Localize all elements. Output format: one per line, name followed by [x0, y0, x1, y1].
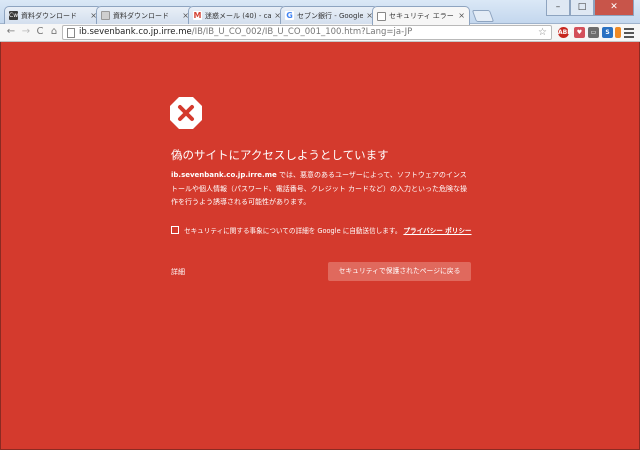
details-link[interactable]: 詳細 [171, 267, 185, 277]
google-icon: G [285, 11, 294, 20]
gmail-icon: M [193, 11, 202, 20]
report-text: セキュリティに関する事象についての詳細を Google に自動送信します。 [184, 227, 402, 235]
toolbar: ← → C ⌂ ib.sevenbank.co.jp.irre.me/IB/IB… [0, 24, 640, 42]
reload-button[interactable]: C [33, 25, 47, 39]
minimize-button[interactable]: – [546, 0, 570, 16]
tab-title: 迷惑メール (40) - capt… [205, 11, 271, 20]
adblock-icon[interactable]: ABP [558, 27, 572, 38]
s-extension-icon[interactable]: S [602, 27, 613, 38]
new-tab-button[interactable] [471, 10, 495, 22]
tab-1[interactable]: Cw 資料ダウンロード × [4, 6, 102, 24]
warning-description: ib.sevenbank.co.jp.irre.me では、悪意のあるユーザーに… [171, 169, 473, 210]
tab-4[interactable]: G セブン銀行 - Google 検索 × [280, 6, 378, 24]
close-window-button[interactable]: ✕ [594, 0, 634, 16]
tab-title: 資料ダウンロード [113, 11, 169, 20]
tab-strip: Cw 資料ダウンロード × 資料ダウンロード × M 迷惑メール (40) - … [0, 0, 640, 25]
page-icon [67, 28, 75, 38]
page-title: 偽のサイトにアクセスしようとしています [171, 148, 389, 162]
tab-5[interactable]: セキュリティ エラー × [372, 6, 470, 25]
maximize-button[interactable]: □ [570, 0, 594, 16]
page-icon [377, 11, 386, 21]
star-icon[interactable]: ☆ [538, 26, 547, 39]
tab-title: セキュリティ エラー [389, 12, 454, 20]
security-interstitial: 偽のサイトにアクセスしようとしています ib.sevenbank.co.jp.i… [0, 42, 640, 450]
url-host: ib.sevenbank.co.jp.irre.me [79, 27, 192, 37]
tab-title: 資料ダウンロード [21, 11, 77, 20]
tab-favicon [101, 11, 110, 20]
tab-close-icon[interactable]: × [458, 11, 465, 20]
cast-icon[interactable]: ▭ [588, 27, 599, 38]
danger-icon [170, 97, 202, 129]
site-host: ib.sevenbank.co.jp.irre.me [171, 171, 277, 179]
back-button[interactable]: ← [4, 25, 18, 39]
home-button[interactable]: ⌂ [47, 25, 61, 39]
window-controls: – □ ✕ [546, 0, 634, 16]
address-bar[interactable]: ib.sevenbank.co.jp.irre.me/IB/IB_U_CO_00… [62, 25, 552, 40]
back-to-safety-button[interactable]: セキュリティで保護されたページに戻る [328, 262, 471, 281]
tab-title: セブン銀行 - Google 検索 [297, 11, 363, 20]
tab-favicon: Cw [9, 11, 19, 20]
report-option: セキュリティに関する事象についての詳細を Google に自動送信します。 プラ… [171, 225, 481, 235]
bookmark-extension-icon[interactable] [615, 27, 621, 38]
url-path: /IB/IB_U_CO_002/IB_U_CO_001_100.htm?Lang… [191, 27, 413, 37]
tab-3[interactable]: M 迷惑メール (40) - capt… × [188, 6, 286, 24]
report-checkbox[interactable] [171, 226, 179, 234]
tabs: Cw 資料ダウンロード × 資料ダウンロード × M 迷惑メール (40) - … [4, 6, 495, 25]
pocket-icon[interactable]: ♥ [574, 27, 585, 38]
privacy-policy-link[interactable]: プライバシー ポリシー [403, 225, 471, 235]
forward-button[interactable]: → [19, 25, 33, 39]
menu-icon[interactable] [624, 26, 634, 38]
tab-2[interactable]: 資料ダウンロード × [96, 6, 194, 24]
